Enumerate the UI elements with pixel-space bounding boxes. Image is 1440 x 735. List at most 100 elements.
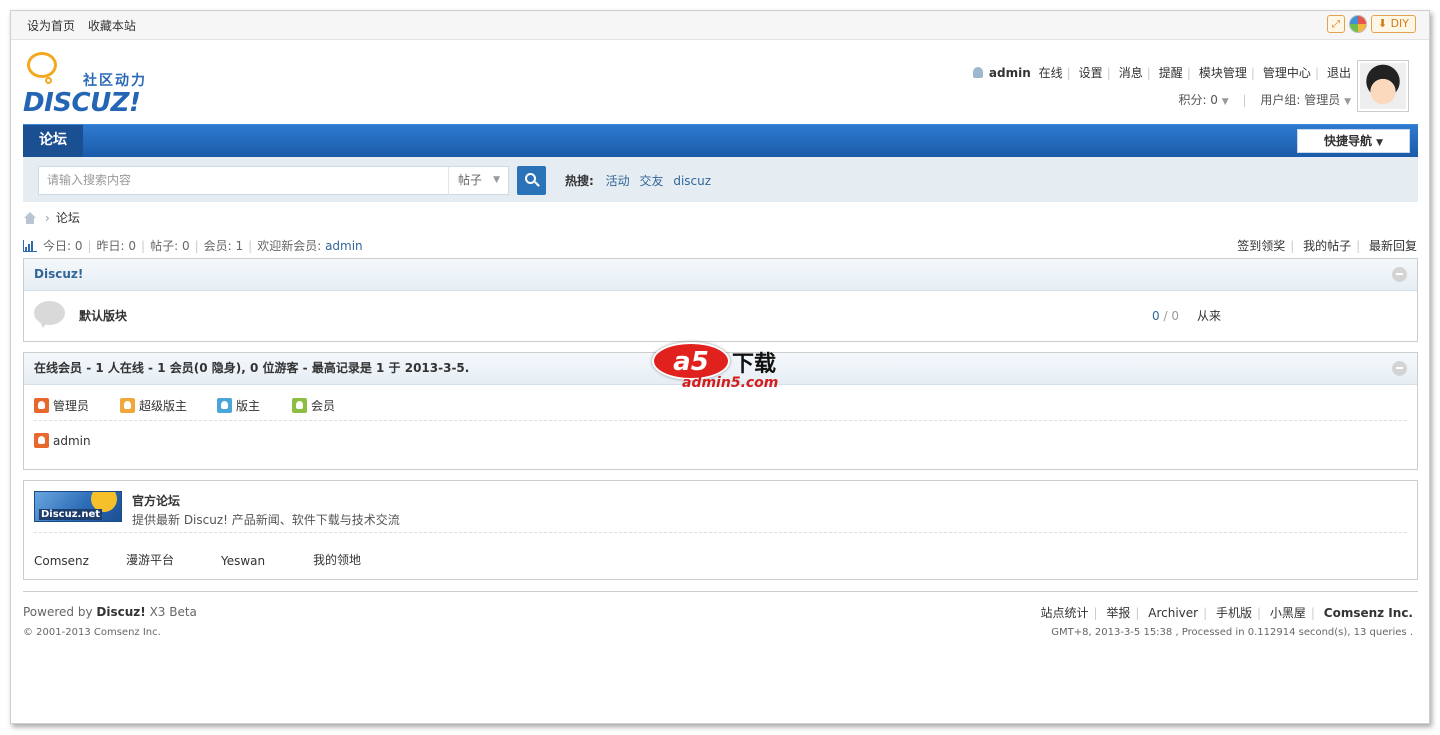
user-group-dropdown[interactable]: 用户组: 管理员 ▼	[1260, 93, 1351, 107]
online-member-admin[interactable]: admin	[34, 433, 91, 448]
logo-bubble-dot-icon	[45, 77, 52, 84]
legend-admin: 管理员	[34, 397, 89, 414]
search-input[interactable]: 请输入搜索内容	[38, 166, 449, 195]
points-label: 积分: 0	[1178, 93, 1218, 107]
watermark-logo: a5 下载 admin5.com	[650, 342, 791, 392]
block-manage-link[interactable]: 模块管理	[1199, 66, 1247, 80]
avatar[interactable]	[1357, 60, 1409, 112]
hot-term-discuz[interactable]: discuz	[673, 174, 711, 188]
official-link-row: Discuz.net 官方论坛 提供最新 Discuz! 产品新闻、软件下载与技…	[34, 481, 1407, 533]
legend-admin-label: 管理员	[53, 399, 90, 413]
search-icon-handle	[534, 181, 540, 187]
fullscreen-icon[interactable]: ⤢	[1326, 15, 1345, 33]
points-dropdown[interactable]: 积分: 0 ▼	[1178, 93, 1228, 107]
breadcrumb: › 论坛	[23, 209, 80, 226]
sign-in-reward-link[interactable]: 签到领奖	[1237, 239, 1285, 253]
chevron-down-icon: ▼	[1376, 138, 1384, 148]
powered-brand-link[interactable]: Discuz!	[96, 605, 145, 619]
chevron-down-icon: ▼	[1221, 97, 1229, 107]
site-stats-link[interactable]: 站点统计	[1040, 606, 1088, 620]
online-title[interactable]: 在线会员	[34, 361, 82, 375]
member-user-icon	[292, 398, 307, 413]
stats-chart-icon	[23, 239, 37, 252]
forum-counts: 0 / 0	[1152, 309, 1179, 323]
newest-member-link[interactable]: admin	[325, 239, 363, 253]
hot-term-activity[interactable]: 活动	[606, 174, 630, 188]
forum-group-box: Discuz! 默认版块 0 / 0 从来	[23, 258, 1418, 342]
search-button[interactable]	[517, 166, 546, 195]
settings-link[interactable]: 设置	[1079, 66, 1103, 80]
hot-search-label: 热搜:	[565, 174, 594, 188]
quick-nav-label: 快捷导航	[1323, 134, 1372, 148]
user-meta-row: 积分: 0 ▼ | 用户组: 管理员 ▼	[1178, 93, 1351, 107]
forum-bubble-icon	[34, 301, 65, 328]
copyright: © 2001-2013 Comsenz Inc.	[23, 627, 161, 638]
legend-moderator: 版主	[217, 397, 260, 414]
discuz-net-logo[interactable]: Discuz.net	[34, 491, 122, 522]
bookmark-site-link[interactable]: 收藏本站	[88, 19, 136, 33]
user-group-label: 用户组: 管理员	[1260, 93, 1341, 107]
diy-label: DIY	[1390, 17, 1409, 30]
stat-posts: 帖子: 0	[150, 239, 190, 253]
collapse-icon[interactable]	[1392, 361, 1407, 376]
latest-replies-link[interactable]: 最新回复	[1369, 239, 1417, 253]
stat-yesterday: 昨日: 0	[96, 239, 137, 253]
my-posts-link[interactable]: 我的帖子	[1303, 239, 1351, 253]
online-member-name: admin	[53, 433, 91, 448]
powered-prefix: Powered by	[23, 605, 93, 619]
logo-brand: DISCUZ!	[23, 88, 141, 118]
forum-group-header: Discuz!	[24, 259, 1417, 291]
partner-my-territory[interactable]: 我的领地	[313, 551, 361, 568]
collapse-icon[interactable]	[1392, 267, 1407, 282]
nav-item-forum[interactable]: 论坛	[23, 125, 83, 157]
super-moderator-user-icon	[120, 398, 135, 413]
powered-version: X3 Beta	[149, 605, 197, 619]
official-forum-link[interactable]: 官方论坛	[132, 492, 180, 509]
username-link[interactable]: admin	[989, 66, 1031, 80]
search-type-select[interactable]: 帖子 ▼	[448, 166, 509, 195]
report-link[interactable]: 举报	[1106, 606, 1130, 620]
forum-last-post: 从来	[1197, 309, 1222, 323]
top-toolbar: 设为首页 收藏本站 ⤢ ⬇ DIY	[11, 11, 1429, 40]
company-link[interactable]: Comsenz Inc.	[1324, 606, 1413, 620]
diy-button[interactable]: ⬇ DIY	[1370, 15, 1416, 33]
messages-link[interactable]: 消息	[1119, 66, 1143, 80]
logo-bubble-icon	[27, 52, 57, 78]
logout-link[interactable]: 退出	[1327, 66, 1351, 80]
logo-slogan: 社区动力	[83, 73, 147, 89]
legend-member-label: 会员	[311, 399, 336, 413]
notifications-link[interactable]: 提醒	[1159, 66, 1183, 80]
watermark-url: admin5.com	[682, 375, 779, 391]
forum-name-link[interactable]: 默认版块	[79, 307, 127, 324]
archiver-link[interactable]: Archiver	[1148, 606, 1198, 620]
set-homepage-link[interactable]: 设为首页	[27, 19, 75, 33]
legend-member: 会员	[292, 397, 335, 414]
forum-post-count: 0	[1171, 309, 1179, 323]
partner-manyou[interactable]: 漫游平台	[126, 551, 174, 568]
search-bar: 请输入搜索内容 帖子 ▼ 热搜: 活动 交友 discuz	[23, 157, 1418, 202]
user-info: admin 在线 | 设置 | 消息 | 提醒 | 模块管理 | 管理中心 | 退出 积分: 0 ▼ |…	[969, 64, 1351, 108]
partner-comsenz[interactable]: Comsenz	[34, 554, 89, 568]
list-item: 默认版块 0 / 0 从来	[24, 291, 1417, 341]
theme-switch-icon[interactable]	[1348, 15, 1367, 33]
avatar-face-icon	[1360, 63, 1406, 109]
stat-today: 今日: 0	[43, 239, 83, 253]
site-logo[interactable]: 社区动力 DISCUZ!	[23, 50, 163, 118]
partner-yeswan[interactable]: Yeswan	[221, 554, 265, 568]
mobile-link[interactable]: 手机版	[1216, 606, 1252, 620]
forum-group-title[interactable]: Discuz!	[34, 267, 83, 281]
browser-page: 设为首页 收藏本站 ⤢ ⬇ DIY 社区动力 DISCUZ! admin 在线 |…	[10, 10, 1430, 724]
admin-center-link[interactable]: 管理中心	[1263, 66, 1311, 80]
chevron-down-icon: ▼	[1344, 97, 1351, 107]
blacklist-link[interactable]: 小黑屋	[1270, 606, 1306, 620]
discuz-net-logo-text: Discuz.net	[39, 509, 103, 520]
top-links: 设为首页 收藏本站	[27, 17, 145, 34]
user-links-row: admin 在线 | 设置 | 消息 | 提醒 | 模块管理 | 管理中心 | 退出	[969, 64, 1351, 81]
breadcrumb-current[interactable]: 论坛	[56, 209, 80, 226]
home-icon[interactable]	[23, 211, 37, 224]
quick-nav-button[interactable]: 快捷导航 ▼	[1297, 129, 1410, 153]
online-member-list: admin	[24, 421, 1417, 461]
hot-term-friends[interactable]: 交友	[639, 174, 663, 188]
admin-user-icon	[34, 398, 49, 413]
online-status: 在线	[1038, 66, 1063, 80]
